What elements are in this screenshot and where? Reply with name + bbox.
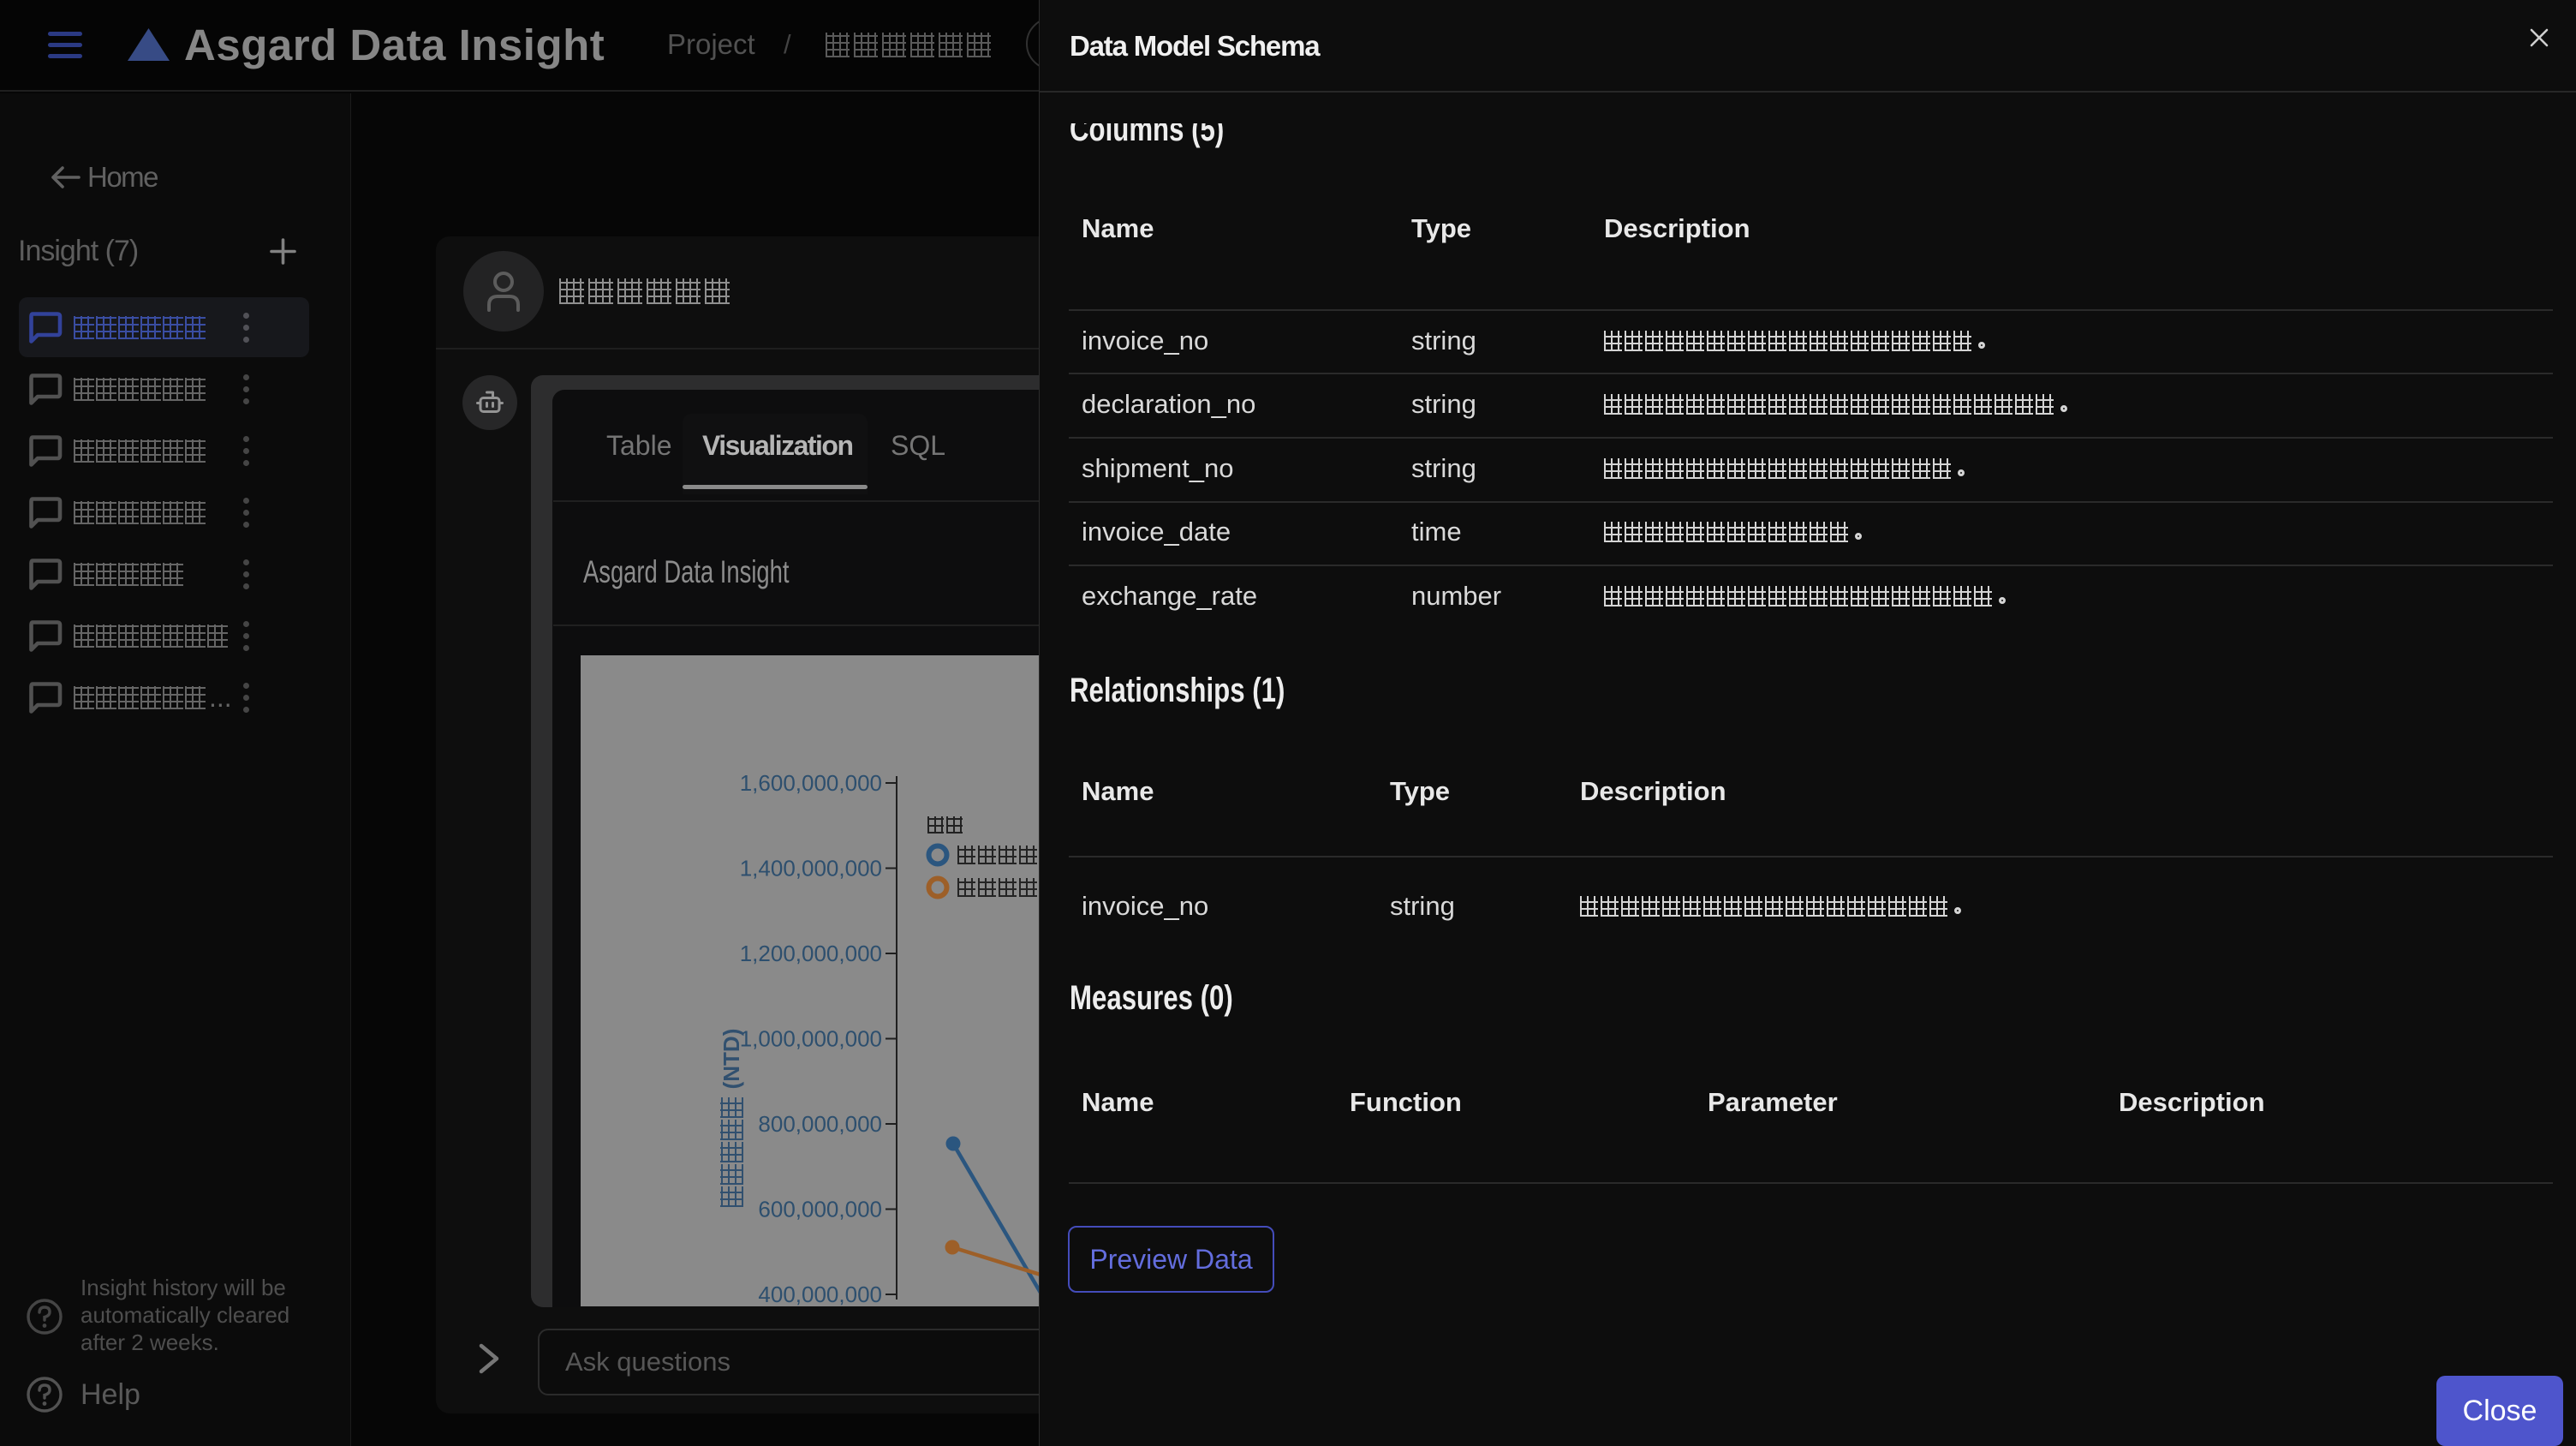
svg-text:1,600,000,000: 1,600,000,000 <box>740 770 882 796</box>
svg-text:600,000,000: 600,000,000 <box>758 1197 882 1222</box>
svg-text:400,000,000: 400,000,000 <box>758 1282 882 1306</box>
svg-text:1,000,000,000: 1,000,000,000 <box>740 1026 882 1052</box>
svg-text:1,400,000,000: 1,400,000,000 <box>740 856 882 881</box>
svg-text:1,200,000,000: 1,200,000,000 <box>740 941 882 966</box>
svg-text:800,000,000: 800,000,000 <box>758 1111 882 1137</box>
